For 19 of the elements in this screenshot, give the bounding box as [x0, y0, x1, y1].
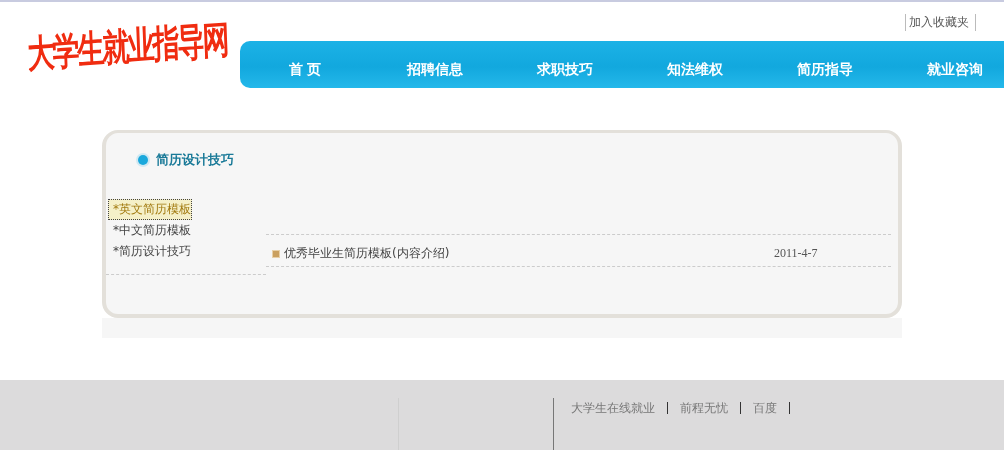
nav-link[interactable]: 求职技巧 [500, 60, 630, 79]
nav-link[interactable]: 首 页 [240, 60, 370, 79]
nav-link[interactable]: 就业咨询 [890, 60, 1004, 79]
bookmark-link[interactable]: 加入收藏夹 [905, 14, 976, 31]
bullet-icon [138, 155, 148, 165]
nav-link[interactable]: 简历指导 [760, 60, 890, 79]
site-logo: 大学生就业指导网 [27, 16, 229, 77]
footer-link[interactable]: 大学生在线就业 [571, 402, 668, 414]
category-link[interactable]: *英文简历模板 [108, 199, 192, 220]
category-link[interactable]: *简历设计技巧 [108, 241, 192, 262]
footer-link[interactable]: 百度 [753, 402, 790, 414]
nav-link[interactable]: 知法维权 [630, 60, 760, 79]
panel-title: 简历设计技巧 [156, 151, 234, 169]
article-date: 2011-4-7 [774, 246, 818, 261]
nav-link[interactable]: 招聘信息 [370, 60, 500, 79]
article-link[interactable]: 优秀毕业生简历模板(内容介绍) [284, 245, 774, 262]
footer-link[interactable]: 前程无忧 [680, 402, 741, 414]
bullet-icon [272, 249, 280, 258]
category-link[interactable]: *中文简历模板 [108, 220, 192, 241]
